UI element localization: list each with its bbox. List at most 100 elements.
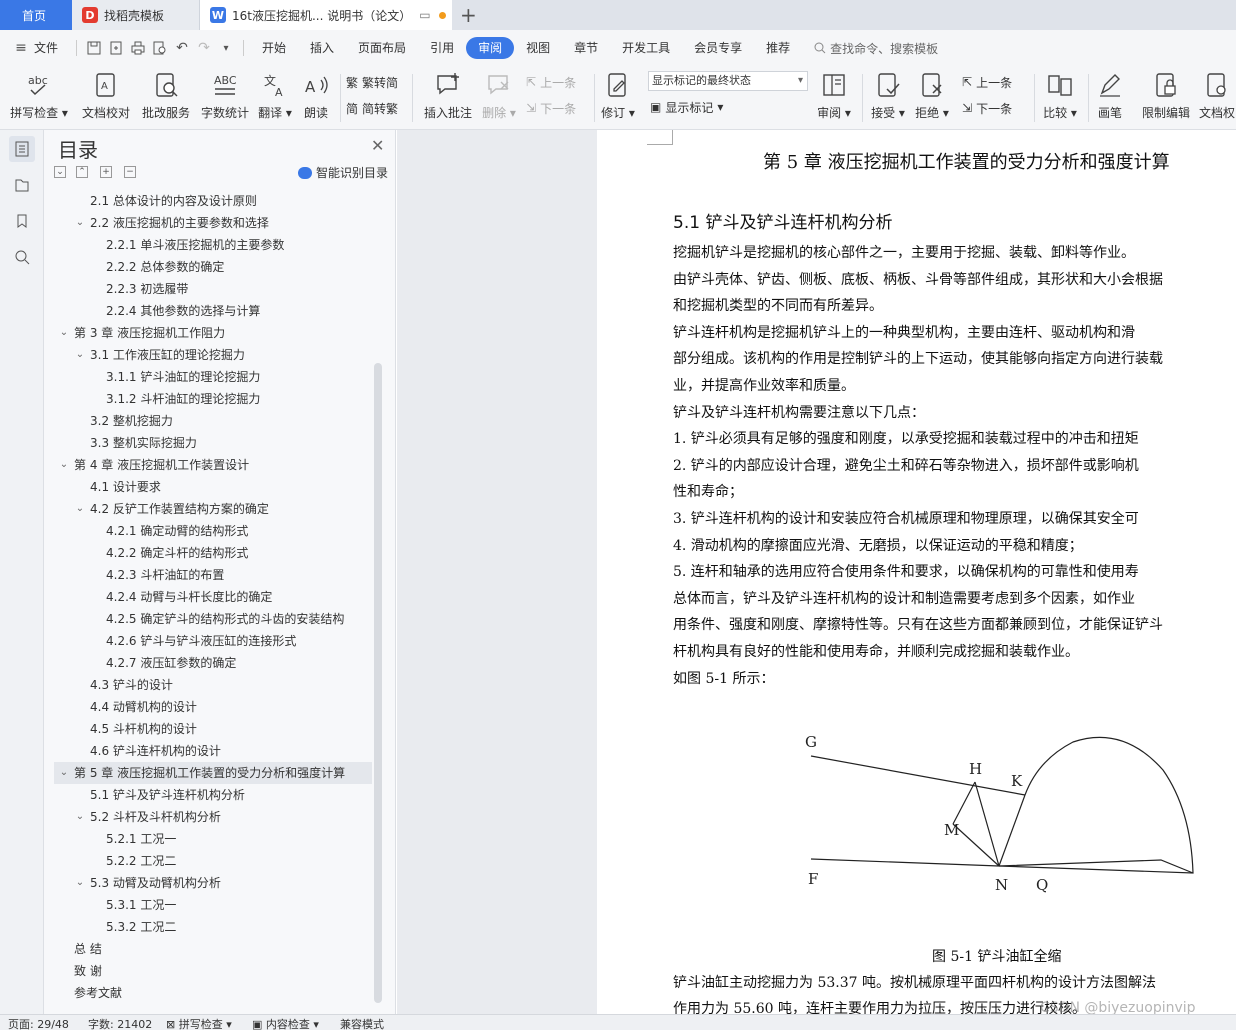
toc-item[interactable]: 4.1 设计要求 bbox=[54, 476, 372, 498]
menu-file[interactable]: 文件 bbox=[32, 37, 70, 59]
expand-up-icon[interactable]: ⌃ bbox=[76, 166, 88, 178]
toc-item[interactable]: 4.2.2 确定斗杆的结构形式 bbox=[54, 542, 372, 564]
next-change-button[interactable]: ⇲ 下一条 bbox=[962, 98, 1012, 118]
toc-item[interactable]: 2.2.2 总体参数的确定 bbox=[54, 256, 372, 278]
toc-item[interactable]: 3.1.2 斗杆油缸的理论挖掘力 bbox=[54, 388, 372, 410]
prev-comment-button[interactable]: ⇱ 上一条 bbox=[526, 72, 576, 92]
menu-chapter[interactable]: 章节 bbox=[562, 37, 610, 59]
command-search[interactable]: 查找命令、搜索模板 bbox=[814, 40, 938, 57]
toc-item[interactable]: 3.2 整机挖掘力 bbox=[54, 410, 372, 432]
bookmark-icon[interactable] bbox=[9, 208, 35, 234]
menu-developer[interactable]: 开发工具 bbox=[610, 37, 682, 59]
menu-insert[interactable]: 插入 bbox=[298, 37, 346, 59]
new-tab-plus-icon[interactable]: + bbox=[460, 3, 477, 27]
toc-item[interactable]: ⌄ 4.2 反铲工作装置结构方案的确定 bbox=[54, 498, 372, 520]
chevron-down-icon[interactable]: ⌄ bbox=[74, 806, 86, 828]
word-count-button[interactable]: ABC 字数统计 bbox=[198, 70, 252, 126]
delete-comment-button[interactable]: 删除 ▾ bbox=[480, 70, 518, 126]
print-icon[interactable] bbox=[127, 37, 149, 59]
toc-scrollbar[interactable] bbox=[374, 363, 382, 1003]
toc-item[interactable]: ⌄ 3.1 工作液压缸的理论挖掘力 bbox=[54, 344, 372, 366]
doc-permission-button[interactable]: 文档权 bbox=[1198, 70, 1236, 126]
customize-toolbar-chevron-icon[interactable]: ▾ bbox=[215, 37, 237, 59]
toc-item[interactable]: 5.2.2 工况二 bbox=[54, 850, 372, 872]
prev-change-button[interactable]: ⇱ 上一条 bbox=[962, 72, 1012, 92]
menu-home[interactable]: 开始 bbox=[250, 37, 298, 59]
batch-service-button[interactable]: 批改服务 bbox=[138, 70, 194, 126]
track-changes-button[interactable]: 修订 ▾ bbox=[600, 70, 636, 126]
toc-item[interactable]: 4.2.5 确定铲斗的结构形式的斗齿的安装结构 bbox=[54, 608, 372, 630]
next-comment-button[interactable]: ⇲ 下一条 bbox=[526, 98, 576, 118]
toc-item[interactable]: 4.2.7 液压缸参数的确定 bbox=[54, 652, 372, 674]
chevron-down-icon[interactable]: ⌄ bbox=[58, 322, 70, 344]
toc-item[interactable]: 4.3 铲斗的设计 bbox=[54, 674, 372, 696]
toc-item[interactable]: 5.2.1 工况一 bbox=[54, 828, 372, 850]
toc-item[interactable]: 4.2.6 铲斗与铲斗液压缸的连接形式 bbox=[54, 630, 372, 652]
chevron-down-icon[interactable]: ⌄ bbox=[74, 344, 86, 366]
review-pane-button[interactable]: 审阅 ▾ bbox=[814, 70, 854, 126]
close-icon[interactable]: ✕ bbox=[371, 136, 384, 155]
toc-item[interactable]: 5.3.1 工况一 bbox=[54, 894, 372, 916]
menu-member[interactable]: 会员专享 bbox=[682, 37, 754, 59]
undo-icon[interactable]: ↶ bbox=[171, 37, 193, 59]
save-icon[interactable] bbox=[83, 37, 105, 59]
tab-window-icon[interactable]: ▭ bbox=[419, 8, 430, 22]
collapse-all-icon[interactable]: ⌄ bbox=[54, 166, 66, 178]
toc-item[interactable]: ⌄ 第 4 章 液压挖掘机工作装置设计 bbox=[54, 454, 372, 476]
tab-docer-templates[interactable]: D 找稻壳模板 bbox=[72, 0, 200, 30]
menu-view[interactable]: 视图 bbox=[514, 37, 562, 59]
insert-comment-button[interactable]: 插入批注 bbox=[420, 70, 476, 126]
toc-item[interactable]: ⌄ 5.2 斗杆及斗杆机构分析 bbox=[54, 806, 372, 828]
show-markup-button[interactable]: ▣ 显示标记 ▾ bbox=[650, 97, 723, 117]
menu-review[interactable]: 审阅 bbox=[466, 37, 515, 59]
chapter-nav-icon[interactable] bbox=[9, 172, 35, 198]
hamburger-menu-icon[interactable]: ≡ bbox=[10, 37, 32, 59]
toc-item[interactable]: ⌄ 第 3 章 液压挖掘机工作阻力 bbox=[54, 322, 372, 344]
toc-item[interactable]: 4.2.3 斗杆油缸的布置 bbox=[54, 564, 372, 586]
reject-button[interactable]: 拒绝 ▾ bbox=[912, 70, 952, 126]
toc-item[interactable]: 5.3.2 工况二 bbox=[54, 916, 372, 938]
document-page[interactable]: 第 5 章 液压挖掘机工作装置的受力分析和强度计算 5.1 铲斗及铲斗连杆机构分… bbox=[597, 130, 1236, 1017]
chevron-down-icon[interactable]: ⌄ bbox=[58, 454, 70, 476]
translate-button[interactable]: 文A 翻译 ▾ bbox=[256, 70, 294, 126]
chevron-down-icon[interactable]: ⌄ bbox=[58, 762, 70, 784]
restrict-edit-button[interactable]: 限制编辑 bbox=[1138, 70, 1194, 126]
toc-item[interactable]: 2.2.1 单斗液压挖掘机的主要参数 bbox=[54, 234, 372, 256]
toc-item[interactable]: 致 谢 bbox=[54, 960, 372, 982]
smart-toc-button[interactable]: 智能识别目录 bbox=[298, 164, 388, 181]
simp-to-trad-button[interactable]: 简简转繁 bbox=[346, 98, 398, 118]
export-icon[interactable] bbox=[105, 37, 127, 59]
redo-icon[interactable]: ↷ bbox=[193, 37, 215, 59]
read-aloud-button[interactable]: A 朗读 bbox=[298, 70, 334, 126]
chevron-down-icon[interactable]: ⌄ bbox=[74, 498, 86, 520]
search-icon[interactable] bbox=[9, 244, 35, 270]
add-heading-icon[interactable]: + bbox=[100, 166, 112, 178]
chevron-down-icon[interactable]: ⌄ bbox=[74, 872, 86, 894]
toc-item[interactable]: 2.1 总体设计的内容及设计原则 bbox=[54, 190, 372, 212]
toc-item[interactable]: ⌄ 2.2 液压挖掘机的主要参数和选择 bbox=[54, 212, 372, 234]
toc-item[interactable]: 4.2.4 动臂与斗杆长度比的确定 bbox=[54, 586, 372, 608]
remove-heading-icon[interactable]: − bbox=[124, 166, 136, 178]
compare-button[interactable]: 比较 ▾ bbox=[1040, 70, 1080, 126]
print-preview-icon[interactable] bbox=[149, 37, 171, 59]
spell-check-button[interactable]: abc 拼写检查 ▾ bbox=[8, 70, 70, 126]
toc-item[interactable]: 4.6 铲斗连杆机构的设计 bbox=[54, 740, 372, 762]
chevron-down-icon[interactable]: ⌄ bbox=[74, 212, 86, 234]
accept-button[interactable]: 接受 ▾ bbox=[868, 70, 908, 126]
toc-item[interactable]: 2.2.3 初选履带 bbox=[54, 278, 372, 300]
tab-home[interactable]: 首页 bbox=[0, 0, 72, 30]
toc-item[interactable]: 4.4 动臂机构的设计 bbox=[54, 696, 372, 718]
pen-button[interactable]: 画笔 bbox=[1092, 70, 1128, 126]
toc-item[interactable]: 5.1 铲斗及铲斗连杆机构分析 bbox=[54, 784, 372, 806]
toc-item[interactable]: ⌄ 第 5 章 液压挖掘机工作装置的受力分析和强度计算 bbox=[54, 762, 372, 784]
menu-page-layout[interactable]: 页面布局 bbox=[346, 37, 418, 59]
toc-item[interactable]: 参考文献 bbox=[54, 982, 372, 1004]
doc-proof-button[interactable]: A 文档校对 bbox=[78, 70, 134, 126]
menu-recommend[interactable]: 推荐 bbox=[754, 37, 802, 59]
toc-item[interactable]: 3.3 整机实际挖掘力 bbox=[54, 432, 372, 454]
toc-item[interactable]: 4.5 斗杆机构的设计 bbox=[54, 718, 372, 740]
toc-item[interactable]: 4.2.1 确定动臂的结构形式 bbox=[54, 520, 372, 542]
tab-document[interactable]: W 16t液压挖掘机... 说明书（论文） ▭ bbox=[200, 0, 452, 30]
markup-state-select[interactable]: 显示标记的最终状态 bbox=[648, 71, 808, 91]
trad-to-simp-button[interactable]: 繁繁转简 bbox=[346, 72, 398, 92]
